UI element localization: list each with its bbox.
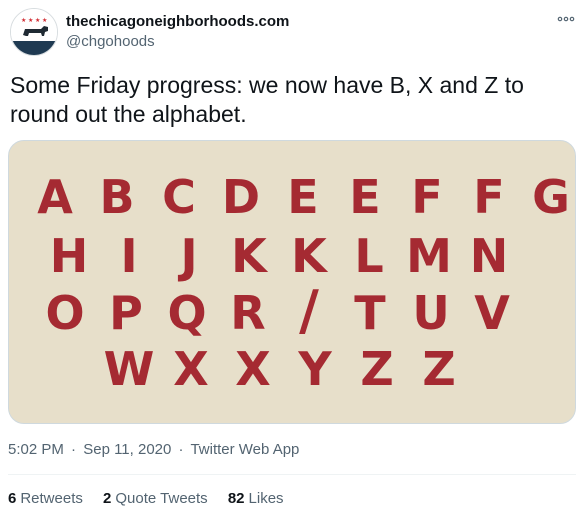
likes-stat[interactable]: 82 Likes bbox=[228, 490, 284, 507]
tweet-meta: 5:02 PM · Sep 11, 2020 · Twitter Web App bbox=[8, 441, 299, 458]
svg-text:★: ★ bbox=[28, 17, 33, 24]
divider bbox=[8, 474, 576, 475]
alphabet-letter: B bbox=[99, 170, 134, 224]
tweet-stats: 6 Retweets 2 Quote Tweets 82 Likes bbox=[8, 490, 300, 507]
alphabet-letter: K bbox=[231, 229, 269, 283]
tweet-source[interactable]: Twitter Web App bbox=[190, 441, 299, 458]
tweet-date[interactable]: Sep 11, 2020 bbox=[83, 441, 171, 458]
alphabet-letter: O bbox=[45, 286, 84, 340]
alphabet-letter: R bbox=[230, 286, 265, 340]
alphabet-letter: X bbox=[235, 342, 270, 396]
user-handle[interactable]: @chgohoods bbox=[66, 32, 289, 52]
quote-tweets-stat[interactable]: 2 Quote Tweets bbox=[103, 490, 208, 507]
alphabet-letter: H bbox=[50, 229, 89, 283]
alphabet-letter: / bbox=[299, 279, 319, 342]
alphabet-letter: K bbox=[291, 229, 329, 283]
svg-text:★: ★ bbox=[42, 17, 47, 24]
avatar[interactable]: ★ ★ ★ ★ bbox=[10, 8, 58, 56]
alphabet-letter: C bbox=[162, 170, 196, 224]
display-name[interactable]: thechicagoneighborhoods.com bbox=[66, 12, 289, 31]
alphabet-letter: Q bbox=[167, 286, 206, 340]
alphabet-letter: X bbox=[173, 342, 208, 396]
alphabet-letter: W bbox=[104, 342, 155, 396]
alphabet-letter: A bbox=[37, 170, 73, 224]
alphabet-letter: V bbox=[474, 286, 510, 340]
alphabet-letter: Y bbox=[297, 342, 332, 396]
svg-text:★: ★ bbox=[35, 17, 40, 24]
alphabet-letter: G bbox=[532, 170, 570, 224]
meta-separator: · bbox=[71, 441, 77, 458]
alphabet-letter: E bbox=[349, 170, 380, 224]
alphabet-letter: E bbox=[287, 170, 318, 224]
alphabet-letter: F bbox=[473, 170, 504, 224]
more-dots-icon[interactable] bbox=[554, 10, 578, 28]
retweets-stat[interactable]: 6 Retweets bbox=[8, 490, 83, 507]
alphabet-letter: P bbox=[109, 286, 143, 340]
alphabet-letter: T bbox=[354, 286, 386, 340]
alphabet-letters-image: A B C D E E F F GH I J K K L M NO P Q R / T U VW X X Y Z Z bbox=[37, 170, 570, 396]
alphabet-letter: M bbox=[406, 229, 452, 283]
tweet-header: ★ ★ ★ ★ thechicagoneighborhoods.com @chgoho… bbox=[10, 8, 578, 58]
retweets-label: Retweets bbox=[20, 490, 83, 507]
retweets-count: 6 bbox=[8, 490, 17, 507]
tweet-text: Some Friday progress: we now have B, X a… bbox=[10, 72, 524, 127]
alphabet-letter: I bbox=[120, 229, 137, 283]
alphabet-letter: Z bbox=[360, 342, 393, 396]
alphabet-letter: F bbox=[411, 170, 442, 224]
alphabet-letter: U bbox=[412, 286, 449, 340]
tweet-image[interactable]: A B C D E E F F G H I J K K L M N O P Q R / T U V W X X Y Z Z bbox=[8, 140, 576, 424]
tweet-time[interactable]: 5:02 PM bbox=[8, 441, 64, 458]
alphabet-letter: L bbox=[354, 229, 383, 283]
quote-tweets-count: 2 bbox=[103, 490, 112, 507]
meta-separator: · bbox=[178, 441, 184, 458]
alphabet-letter: J bbox=[177, 229, 197, 283]
quote-tweets-label: Quote Tweets bbox=[115, 490, 208, 507]
likes-count: 82 bbox=[227, 490, 245, 507]
chicago-flag-cow-icon: ★ ★ ★ ★ bbox=[11, 9, 57, 55]
svg-text:★: ★ bbox=[21, 17, 26, 24]
alphabet-letter: D bbox=[222, 170, 260, 224]
alphabet-letter: N bbox=[470, 229, 509, 283]
alphabet-letter: Z bbox=[422, 342, 455, 396]
likes-label: Likes bbox=[248, 490, 284, 507]
